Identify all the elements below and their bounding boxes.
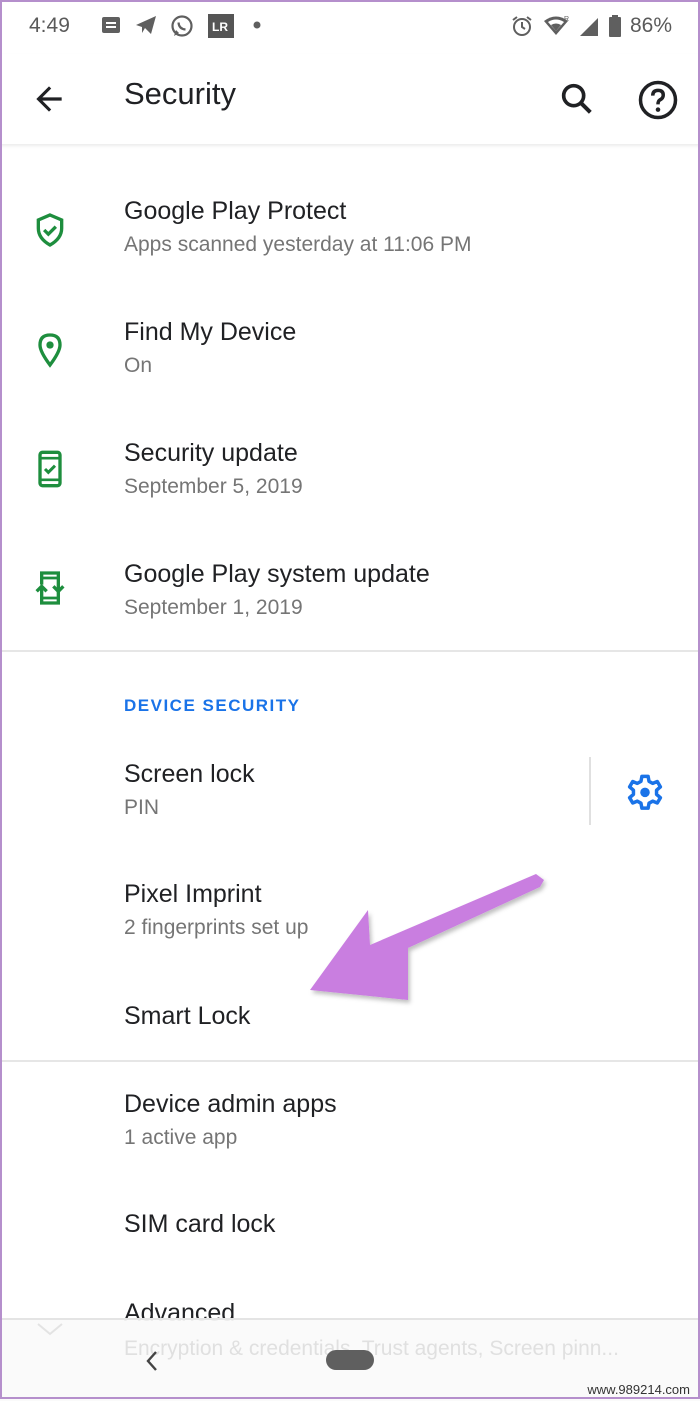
item-subtitle: 2 fingerprints set up [124, 916, 309, 939]
alarm-icon [512, 16, 532, 36]
item-subtitle: Apps scanned yesterday at 11:06 PM [124, 233, 472, 256]
list-item-device-admin-apps[interactable]: Device admin apps 1 active app [0, 1078, 700, 1188]
more-dot-icon [253, 21, 261, 29]
chevron-down-icon[interactable] [32, 1320, 68, 1340]
nav-back-button[interactable] [140, 1346, 164, 1376]
app-bar: Security [0, 54, 700, 144]
list-item-sim-card-lock[interactable]: SIM card lock [0, 1196, 700, 1276]
item-title: Smart Lock [124, 1002, 251, 1030]
watermark: www.989214.com [587, 1382, 690, 1397]
list-item-find-my-device[interactable]: Find My Device On [0, 306, 700, 426]
phone-check-icon [38, 450, 62, 488]
battery-icon [608, 15, 621, 37]
item-subtitle: 1 active app [124, 1126, 238, 1149]
location-pin-icon [38, 333, 62, 368]
shield-check-icon [36, 213, 64, 247]
item-title: Screen lock [124, 760, 255, 788]
item-title: SIM card lock [124, 1210, 276, 1238]
list-item-screen-lock[interactable]: Screen lock PIN [0, 748, 700, 858]
status-time: 4:49 [29, 14, 70, 37]
telegram-icon [136, 16, 156, 34]
page-title: Security [124, 76, 236, 111]
section-header-device-security: DEVICE SECURITY [124, 696, 301, 715]
screen-lock-settings-gear-icon[interactable] [623, 770, 667, 814]
item-subtitle: September 5, 2019 [124, 475, 303, 498]
vertical-divider [589, 757, 591, 825]
item-title: Find My Device [124, 318, 297, 346]
navigation-bar: Encryption & credentials, Trust agents, … [0, 1318, 700, 1401]
item-subtitle: September 1, 2019 [124, 596, 303, 619]
phone-sync-icon [35, 571, 65, 605]
item-title: Device admin apps [124, 1090, 337, 1118]
status-bar: 4:49 LR R 86% [0, 0, 700, 54]
item-subtitle: On [124, 354, 153, 377]
whatsapp-icon [171, 15, 193, 37]
battery-percentage: 86% [629, 14, 672, 37]
messages-icon [102, 17, 120, 33]
help-button[interactable] [637, 79, 679, 121]
svg-text:LR: LR [212, 20, 228, 34]
annotation-arrow [310, 874, 544, 1000]
nav-home-pill[interactable] [326, 1350, 374, 1370]
svg-text:R: R [564, 16, 569, 23]
item-title: Google Play Protect [124, 197, 347, 225]
section-divider [0, 650, 700, 652]
section-divider [0, 1060, 700, 1062]
list-item-google-play-protect[interactable]: Google Play Protect Apps scanned yesterd… [0, 185, 700, 305]
search-button[interactable] [557, 79, 597, 119]
signal-icon [579, 18, 598, 36]
item-title: Pixel Imprint [124, 880, 262, 908]
lr-app-icon: LR [208, 14, 234, 38]
item-subtitle: PIN [124, 796, 160, 819]
list-item-security-update[interactable]: Security update September 5, 2019 [0, 427, 700, 547]
wifi-icon: R [543, 16, 569, 35]
item-title: Security update [124, 439, 298, 467]
list-item-google-play-system-update[interactable]: Google Play system update September 1, 2… [0, 548, 700, 650]
back-button[interactable] [30, 80, 68, 118]
item-title: Google Play system update [124, 560, 430, 588]
